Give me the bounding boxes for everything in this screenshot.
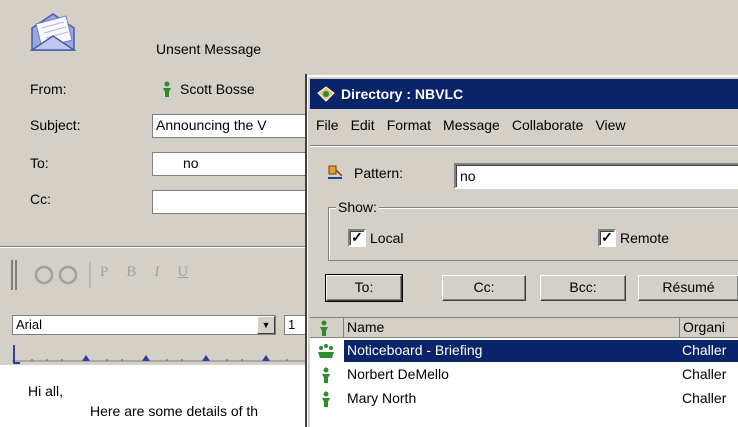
cc-button[interactable]: Cc: xyxy=(442,275,526,301)
pattern-label: Pattern: xyxy=(354,165,404,181)
remote-checkbox[interactable]: ✓ Remote xyxy=(598,229,669,247)
list-item[interactable]: Mary North Challer xyxy=(310,388,738,411)
to-button[interactable]: To: xyxy=(325,274,403,302)
remote-label: Remote xyxy=(620,230,670,246)
menu-separator xyxy=(310,145,738,147)
directory-window: Directory : NBVLC File Edit Format Messa… xyxy=(305,74,738,427)
local-check-icon: ✓ xyxy=(348,229,366,247)
subject-label: Subject: xyxy=(30,117,81,133)
show-label: Show: xyxy=(336,199,379,215)
underline-button[interactable]: U xyxy=(177,264,188,281)
body-greeting: Hi all, xyxy=(28,383,64,399)
body-text: Here are some details of th xyxy=(90,403,259,419)
directory-app-icon xyxy=(317,86,335,102)
envelope-icon xyxy=(29,13,77,51)
from-label: From: xyxy=(30,81,67,97)
row-organization: Challer xyxy=(682,390,727,406)
subject-input[interactable]: Announcing the V xyxy=(152,114,308,138)
cc-input[interactable] xyxy=(152,190,308,214)
directory-title: Directory : NBVLC xyxy=(341,86,464,102)
bold-button[interactable]: B xyxy=(126,264,136,281)
row-organization: Challer xyxy=(680,340,738,362)
person-icon xyxy=(320,320,328,336)
menu-message[interactable]: Message xyxy=(437,115,506,137)
italic-button[interactable]: I xyxy=(154,264,159,281)
message-body-editor[interactable]: Hi all, Here are some details of th xyxy=(0,365,310,427)
pattern-search-icon xyxy=(328,165,343,179)
header-icon-column[interactable] xyxy=(310,318,344,338)
list-item[interactable]: Noticeboard - Briefing Challer xyxy=(310,340,738,363)
format-buttons: P B I U xyxy=(100,264,188,281)
paragraph-button[interactable]: P xyxy=(100,264,108,281)
person-icon xyxy=(322,367,330,383)
font-family-select[interactable]: Arial xyxy=(12,315,276,335)
row-name: Noticeboard - Briefing xyxy=(344,340,680,362)
to-label: To: xyxy=(30,155,49,171)
directory-menubar: File Edit Format Message Collaborate Vie… xyxy=(310,115,738,137)
menu-edit[interactable]: Edit xyxy=(345,115,381,137)
remote-check-icon: ✓ xyxy=(598,229,616,247)
list-header: Name Organi xyxy=(310,318,738,338)
noticeboard-icon xyxy=(318,344,334,358)
row-name: Mary North xyxy=(347,390,417,406)
to-input[interactable]: no xyxy=(152,152,308,176)
local-checkbox[interactable]: ✓ Local xyxy=(348,229,403,247)
row-organization: Challer xyxy=(682,366,727,382)
ruler xyxy=(12,343,312,365)
toolbar-separator xyxy=(0,246,310,248)
menu-file[interactable]: File xyxy=(310,115,345,137)
bcc-button[interactable]: Bcc: xyxy=(540,275,626,301)
chevron-down-icon[interactable]: ▼ xyxy=(257,316,275,334)
person-icon xyxy=(163,81,171,97)
pattern-row: Pattern: xyxy=(326,164,403,182)
menu-view[interactable]: View xyxy=(589,115,631,137)
list-item[interactable]: Norbert DeMello Challer xyxy=(310,364,738,387)
directory-titlebar[interactable]: Directory : NBVLC xyxy=(310,79,738,109)
header-name[interactable]: Name xyxy=(344,318,680,338)
person-icon xyxy=(322,391,330,407)
menu-collaborate[interactable]: Collaborate xyxy=(506,115,590,137)
cc-label: Cc: xyxy=(30,191,51,207)
row-name: Norbert DeMello xyxy=(347,366,449,382)
message-status-title: Unsent Message xyxy=(156,41,262,57)
pattern-input[interactable]: no xyxy=(454,163,738,189)
from-name: Scott Bosse xyxy=(180,81,255,97)
from-value[interactable]: Scott Bosse xyxy=(162,81,255,97)
directory-results-list: Name Organi Noticeboard - Briefing Chall… xyxy=(310,317,738,427)
header-organization[interactable]: Organi xyxy=(680,318,738,338)
resume-button[interactable]: Résumé xyxy=(638,275,738,301)
local-label: Local xyxy=(370,230,404,246)
menu-format[interactable]: Format xyxy=(381,115,437,137)
